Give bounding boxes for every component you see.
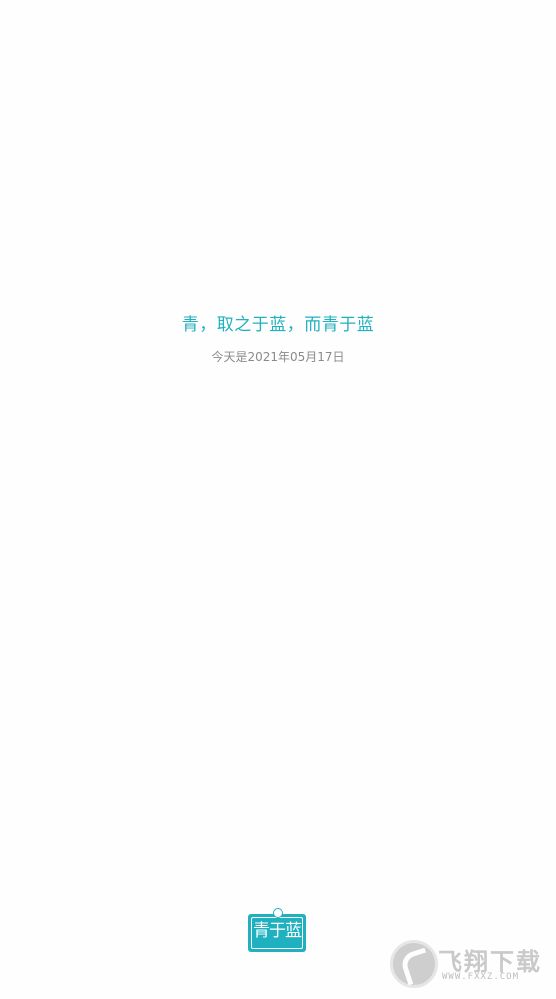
splash-screen: 青，取之于蓝，而青于蓝 今天是2021年05月17日 青于蓝 飞翔下载 WWW.… [0, 0, 556, 999]
site-watermark: 飞翔下载 WWW.FXXZ.COM [388, 938, 548, 992]
logo-text: 青于蓝 [253, 921, 302, 941]
fxxz-logo-mark [398, 947, 435, 986]
today-date: 今天是2021年05月17日 [211, 350, 345, 364]
fxxz-logo-icon [390, 940, 438, 988]
logo-hook-icon [273, 908, 283, 918]
app-logo: 青于蓝 [248, 908, 308, 954]
watermark-url: WWW.FXXZ.COM [442, 972, 520, 982]
splash-slogan: 青，取之于蓝，而青于蓝 [181, 315, 375, 335]
